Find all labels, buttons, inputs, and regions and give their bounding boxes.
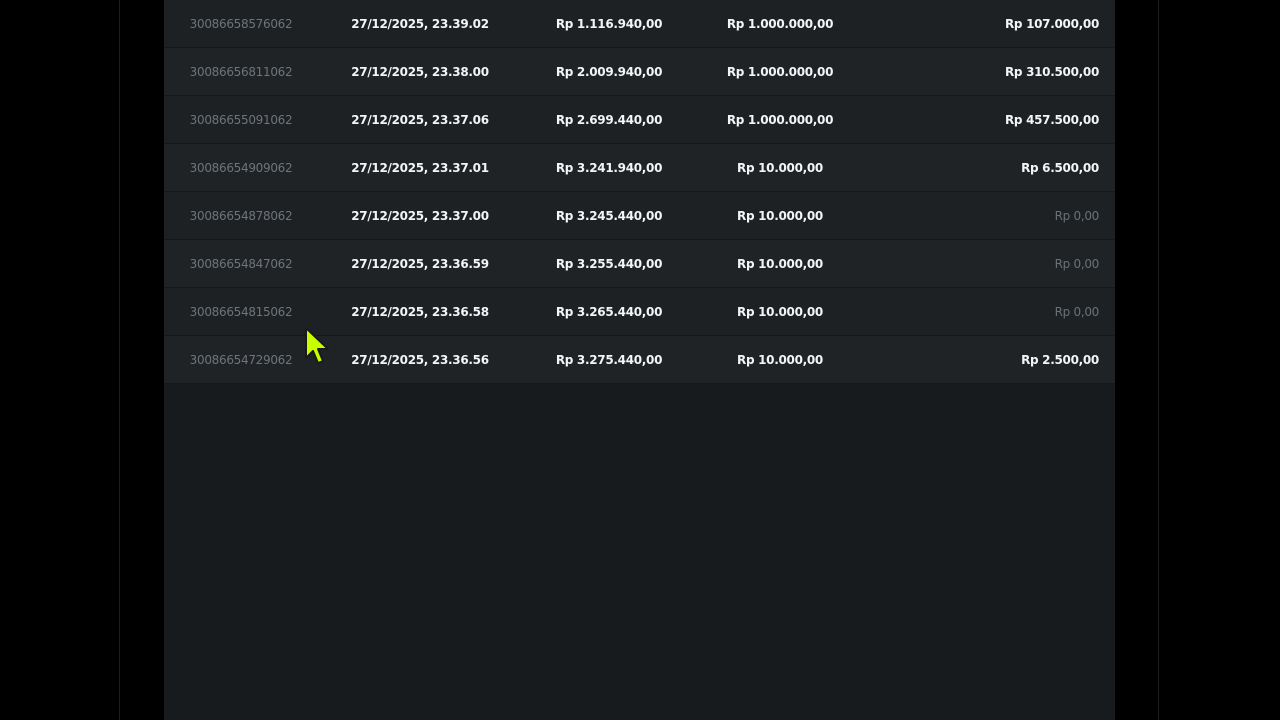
transaction-date: 27/12/2025, 23.36.58 [351, 305, 489, 319]
transaction-win: Rp 0,00 [1054, 257, 1100, 271]
transaction-balance: Rp 3.245.440,00 [555, 209, 663, 223]
transaction-date: 27/12/2025, 23.39.02 [351, 17, 489, 31]
transaction-id: 30086654815062 [189, 305, 293, 319]
table-row[interactable]: 30086656811062 27/12/2025, 23.38.00 Rp 2… [164, 48, 1115, 96]
transaction-bet: Rp 1.000.000,00 [726, 65, 834, 79]
mouse-pointer-icon [305, 327, 329, 364]
transaction-balance: Rp 2.009.940,00 [555, 65, 663, 79]
transaction-balance: Rp 3.275.440,00 [555, 353, 663, 367]
transaction-id: 30086654729062 [189, 353, 293, 367]
table-row[interactable]: 30086654878062 27/12/2025, 23.37.00 Rp 3… [164, 192, 1115, 240]
transaction-id: 30086654847062 [189, 257, 293, 271]
transaction-win: Rp 457.500,00 [1004, 113, 1099, 127]
transaction-date: 27/12/2025, 23.38.00 [351, 65, 489, 79]
transaction-bet: Rp 10.000,00 [737, 305, 823, 319]
transaction-balance: Rp 3.241.940,00 [555, 161, 663, 175]
table-row[interactable]: 30086655091062 27/12/2025, 23.37.06 Rp 2… [164, 96, 1115, 144]
transaction-win: Rp 0,00 [1054, 305, 1100, 319]
transaction-id: 30086654909062 [189, 161, 293, 175]
transaction-balance: Rp 1.116.940,00 [555, 17, 663, 31]
transaction-balance: Rp 2.699.440,00 [555, 113, 663, 127]
table-row[interactable]: 30086654847062 27/12/2025, 23.36.59 Rp 3… [164, 240, 1115, 288]
transaction-win: Rp 0,00 [1054, 209, 1100, 223]
transaction-balance: Rp 3.255.440,00 [555, 257, 663, 271]
transaction-win: Rp 6.500,00 [1021, 161, 1099, 175]
transaction-bet: Rp 1.000.000,00 [726, 113, 834, 127]
transaction-date: 27/12/2025, 23.36.59 [351, 257, 489, 271]
transaction-id: 30086658576062 [189, 17, 293, 31]
transaction-id: 30086655091062 [189, 113, 293, 127]
transaction-date: 27/12/2025, 23.37.00 [351, 209, 489, 223]
transaction-bet: Rp 10.000,00 [737, 353, 823, 367]
transaction-bet: Rp 1.000.000,00 [726, 17, 834, 31]
transaction-bet: Rp 10.000,00 [737, 257, 823, 271]
transaction-date: 27/12/2025, 23.37.01 [351, 161, 489, 175]
transaction-bet: Rp 10.000,00 [737, 161, 823, 175]
transaction-win: Rp 2.500,00 [1021, 353, 1099, 367]
transaction-win: Rp 107.000,00 [1004, 17, 1099, 31]
table-row[interactable]: 30086658576062 27/12/2025, 23.39.02 Rp 1… [164, 0, 1115, 48]
transaction-balance: Rp 3.265.440,00 [555, 305, 663, 319]
transaction-win: Rp 310.500,00 [1004, 65, 1099, 79]
transaction-id: 30086654878062 [189, 209, 293, 223]
transaction-id: 30086656811062 [189, 65, 293, 79]
transaction-date: 27/12/2025, 23.37.06 [351, 113, 489, 127]
transaction-bet: Rp 10.000,00 [737, 209, 823, 223]
table-row[interactable]: 30086654909062 27/12/2025, 23.37.01 Rp 3… [164, 144, 1115, 192]
transaction-date: 27/12/2025, 23.36.56 [351, 353, 489, 367]
